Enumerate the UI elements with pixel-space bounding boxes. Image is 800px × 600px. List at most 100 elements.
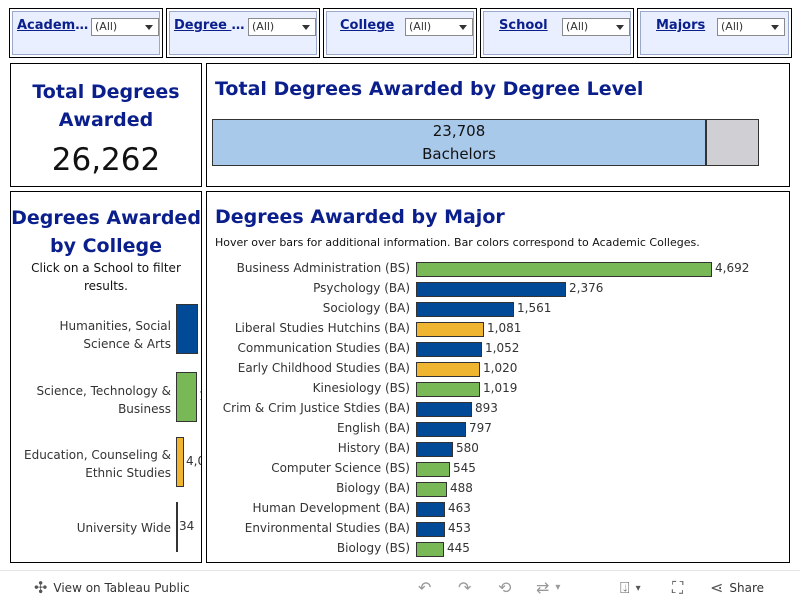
major-label: Communication Studies (BA): [237, 341, 410, 355]
filter-label[interactable]: College: [340, 18, 400, 33]
kpi-title: Total Degrees Awarded: [32, 81, 180, 131]
major-bar[interactable]: [416, 382, 480, 397]
filter-dropdown[interactable]: (All): [562, 18, 630, 36]
revert-icon: ⟲: [498, 578, 512, 597]
major-label: Sociology (BA): [322, 301, 410, 315]
major-bar[interactable]: [416, 402, 472, 417]
major-value: 4,692: [715, 261, 750, 275]
major-bar[interactable]: [416, 342, 482, 357]
filter-degree-level: Degree ... (All): [166, 8, 320, 58]
major-label: History (BA): [337, 441, 410, 455]
major-label: Kinesiology (BS): [312, 381, 410, 395]
filter-dropdown[interactable]: (All): [405, 18, 473, 36]
undo-button[interactable]: ↶: [418, 578, 431, 597]
refresh-button[interactable]: ⇄ ▾: [536, 578, 560, 597]
filter-label[interactable]: Majors: [656, 18, 716, 33]
college-value: 11,2: [200, 321, 201, 335]
major-bar[interactable]: [416, 422, 466, 437]
major-value: 797: [469, 421, 492, 435]
filter-college: College (All): [323, 8, 477, 58]
filter-label[interactable]: School: [499, 18, 559, 33]
filter-value: (All): [566, 20, 589, 33]
download-button[interactable]: ⍗ ▾: [620, 578, 641, 598]
college-bar[interactable]: [176, 372, 197, 422]
filter-value: (All): [95, 20, 118, 33]
college-label[interactable]: Education, Counseling & Ethnic Studies: [21, 446, 171, 482]
filter-academic-year: Academ... (All): [9, 8, 163, 58]
major-bar[interactable]: [416, 302, 514, 317]
redo-icon: ↷: [458, 578, 472, 597]
major-value: 1,019: [483, 381, 518, 395]
degree-level-panel: Total Degrees Awarded by Degree Level 23…: [206, 63, 790, 187]
revert-button[interactable]: ⟲: [498, 578, 511, 597]
chevron-down-icon: [145, 25, 153, 30]
view-on-tableau-link[interactable]: ✣ View on Tableau Public: [34, 578, 190, 597]
major-value: 1,561: [517, 301, 552, 315]
filter-school: School (All): [480, 8, 634, 58]
major-bar[interactable]: [416, 462, 450, 477]
major-label: English (BA): [337, 421, 410, 435]
majors-panel: Degrees Awarded by Major Hover over bars…: [206, 191, 790, 563]
college-label[interactable]: Science, Technology & Business: [21, 382, 171, 418]
college-subtitle: Click on a School to filter results.: [31, 261, 181, 293]
college-bar[interactable]: [176, 437, 184, 487]
redo-button[interactable]: ↷: [458, 578, 471, 597]
major-value: 545: [453, 461, 476, 475]
chevron-down-icon: [459, 25, 467, 30]
filter-majors: Majors (All): [637, 8, 792, 58]
college-value: 4,08: [186, 454, 201, 468]
major-value: 580: [456, 441, 479, 455]
fullscreen-button[interactable]: ⛶: [672, 578, 683, 598]
college-label[interactable]: Humanities, Social Science & Arts: [21, 317, 172, 353]
major-label: Biology (BA): [336, 481, 410, 495]
major-label: Liberal Studies Hutchins (BA): [234, 321, 410, 335]
degree-level-bar[interactable]: [706, 119, 759, 166]
majors-subtitle: Hover over bars for additional informati…: [215, 236, 700, 249]
share-button[interactable]: ⋖ Share: [710, 578, 764, 597]
major-bar[interactable]: [416, 322, 484, 337]
major-bar[interactable]: [416, 502, 445, 517]
filter-value: (All): [409, 20, 432, 33]
major-value: 488: [450, 481, 473, 495]
college-label[interactable]: University Wide: [21, 519, 171, 537]
share-label: Share: [729, 580, 765, 595]
download-icon: ⍗: [620, 578, 630, 597]
tableau-logo-icon: ✣: [34, 578, 48, 597]
view-on-tableau-label: View on Tableau Public: [53, 580, 190, 595]
major-bar[interactable]: [416, 542, 444, 557]
filter-bar: Academ... (All) Degree ... (All) College…: [0, 0, 800, 62]
undo-icon: ↶: [418, 578, 432, 597]
major-value: 1,052: [485, 341, 520, 355]
filter-label[interactable]: Academ...: [17, 18, 89, 33]
major-value: 2,376: [569, 281, 604, 295]
major-bar[interactable]: [416, 442, 453, 457]
filter-dropdown[interactable]: (All): [248, 18, 316, 36]
major-bar[interactable]: [416, 262, 712, 277]
major-bar[interactable]: [416, 522, 445, 537]
chevron-down-icon: [771, 25, 779, 30]
filter-value: (All): [252, 20, 275, 33]
major-label: Crim & Crim Justice Stdies (BA): [222, 401, 410, 415]
major-value: 453: [448, 521, 471, 535]
college-panel: Degrees Awarded by College Click on a Sc…: [10, 191, 202, 563]
major-bar[interactable]: [416, 362, 480, 377]
fullscreen-icon: ⛶: [672, 578, 684, 597]
college-title: Degrees Awarded by College: [11, 207, 201, 257]
major-bar[interactable]: [416, 482, 447, 497]
major-value: 445: [447, 541, 470, 555]
college-bar[interactable]: [176, 502, 178, 552]
tableau-toolbar: ✣ View on Tableau Public ↶ ↷ ⟲ ⇄ ▾ ⍗ ▾ ⛶ ⋖…: [0, 570, 800, 600]
majors-title: Degrees Awarded by Major: [215, 206, 505, 228]
major-bar[interactable]: [416, 282, 566, 297]
major-value: 1,020: [483, 361, 518, 375]
major-label: Biology (BS): [336, 541, 410, 555]
filter-dropdown[interactable]: (All): [717, 18, 785, 36]
filter-label[interactable]: Degree ...: [174, 18, 246, 33]
college-bar[interactable]: [176, 304, 198, 354]
degree-level-bar[interactable]: 23,708 Bachelors: [212, 119, 706, 166]
filter-dropdown[interactable]: (All): [91, 18, 159, 36]
degree-level-name: Bachelors: [422, 145, 496, 163]
major-value: 1,081: [487, 321, 522, 335]
degree-level-value: 23,708: [432, 122, 486, 140]
major-label: Business Administration (BS): [236, 261, 410, 275]
